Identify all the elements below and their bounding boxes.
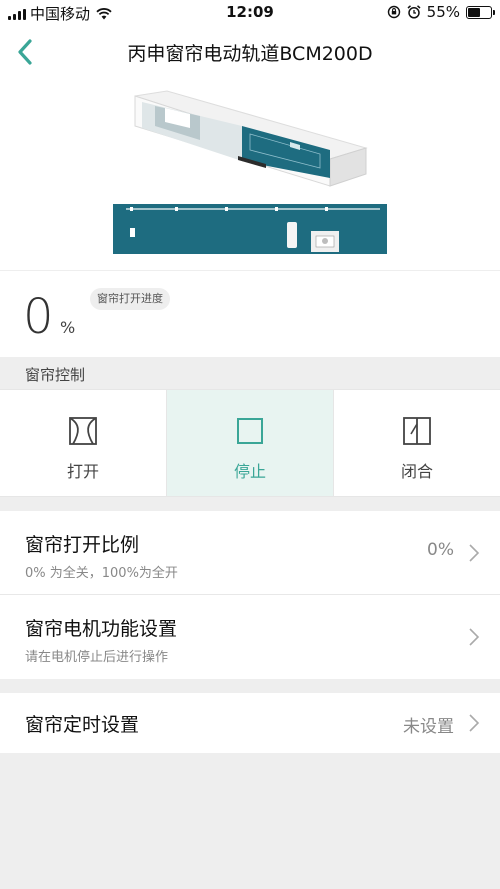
curtain-close-icon: [403, 417, 431, 445]
progress-unit: %: [60, 318, 76, 337]
status-bar: 中国移动 12:09 55%: [0, 0, 500, 26]
product-image: [0, 78, 500, 270]
battery-icon: [466, 5, 495, 19]
timer-settings-title: 窗帘定时设置: [25, 714, 140, 736]
timer-settings-card: 窗帘定时设置 未设置: [0, 693, 500, 753]
chevron-right-icon: [469, 544, 480, 562]
curtain-open-icon: [69, 417, 97, 445]
progress-value: 0: [23, 289, 54, 345]
close-button[interactable]: 闭合: [334, 390, 500, 496]
open-ratio-row[interactable]: 窗帘打开比例 0% 为全关，100%为全开 0%: [0, 511, 500, 595]
open-ratio-subtitle: 0% 为全关，100%为全开: [25, 566, 178, 581]
section-title-control: 窗帘控制: [25, 366, 86, 384]
close-button-label: 闭合: [400, 462, 433, 481]
motor-settings-title: 窗帘电机功能设置: [25, 618, 178, 640]
stop-button-label: 停止: [233, 462, 266, 481]
product-box-illustration: [134, 90, 368, 187]
battery-percent: 55%: [426, 3, 460, 21]
motor-settings-row[interactable]: 窗帘电机功能设置 请在电机停止后进行操作: [0, 595, 500, 679]
rotation-lock-icon: [387, 5, 400, 19]
open-ratio-value: 0%: [427, 540, 454, 560]
stop-square-icon: [237, 418, 263, 444]
product-banner-illustration: [113, 204, 387, 254]
motor-settings-subtitle: 请在电机停止后进行操作: [25, 650, 169, 665]
timer-settings-value: 未设置: [403, 717, 454, 737]
chevron-left-icon[interactable]: [12, 36, 40, 68]
page-title: 丙申窗帘电动轨道BCM200D: [127, 43, 373, 65]
progress-label: 窗帘打开进度: [90, 288, 170, 310]
open-button[interactable]: 打开: [0, 390, 166, 496]
timer-settings-row[interactable]: 窗帘定时设置 未设置: [0, 693, 500, 753]
alarm-icon: [407, 5, 421, 19]
nav-bar: 丙申窗帘电动轨道BCM200D: [0, 26, 500, 78]
curtain-control-row: 打开 停止 闭合: [0, 389, 500, 497]
stop-button[interactable]: 停止: [167, 390, 333, 496]
open-progress-panel: 0 % 窗帘打开进度: [0, 271, 500, 357]
open-button-label: 打开: [66, 462, 99, 481]
open-ratio-title: 窗帘打开比例: [25, 534, 140, 556]
settings-list: 窗帘打开比例 0% 为全关，100%为全开 0% 窗帘电机功能设置 请在电机停止…: [0, 511, 500, 679]
chevron-right-icon: [469, 714, 480, 732]
chevron-right-icon: [469, 628, 480, 646]
